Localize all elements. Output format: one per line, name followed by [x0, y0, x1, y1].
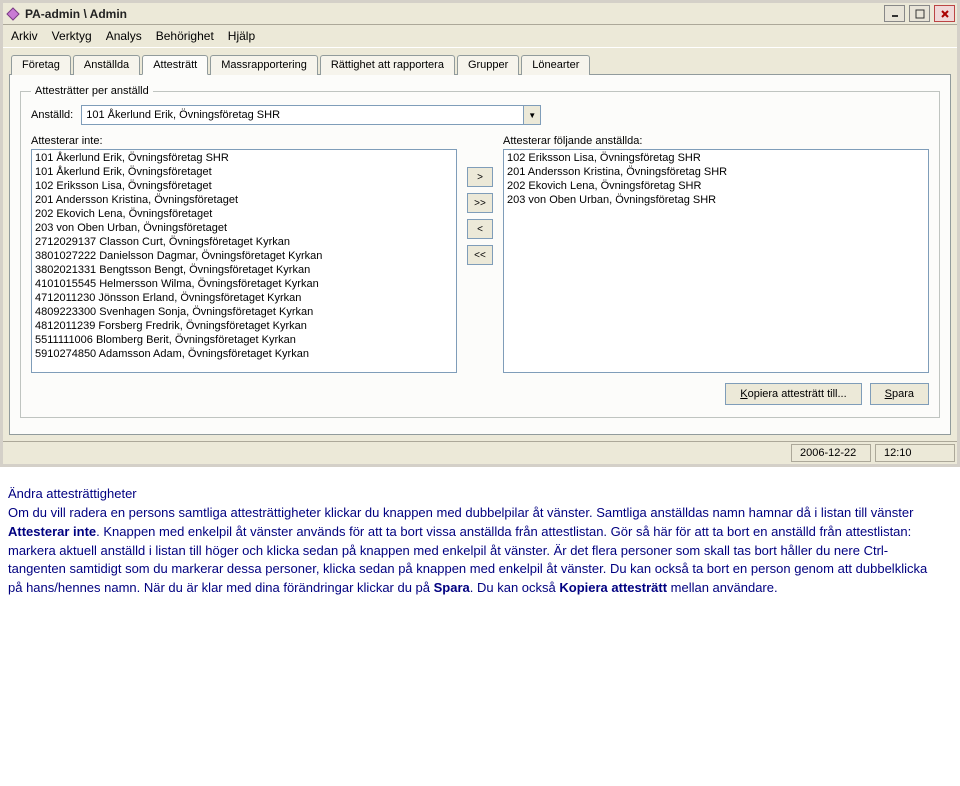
- tab-anstallda[interactable]: Anställda: [73, 55, 140, 75]
- help-span: mellan användare.: [667, 580, 778, 595]
- left-list-label: Attesterar inte:: [31, 135, 457, 147]
- move-left-button[interactable]: <: [467, 219, 493, 239]
- list-item[interactable]: 4101015545 Helmersson Wilma, Övningsföre…: [34, 277, 454, 291]
- tab-panel: Attesträtter per anställd Anställd: 101 …: [9, 75, 951, 435]
- list-item[interactable]: 5511111006 Blomberg Berit, Övningsföreta…: [34, 333, 454, 347]
- group-legend: Attesträtter per anställd: [31, 85, 153, 97]
- list-item[interactable]: 202 Ekovich Lena, Övningsföretaget: [34, 207, 454, 221]
- right-list-label: Attesterar följande anställda:: [503, 135, 929, 147]
- employee-selected: 101 Åkerlund Erik, Övningsföretag SHR: [82, 109, 523, 121]
- tab-grupper[interactable]: Grupper: [457, 55, 519, 75]
- menu-arkiv[interactable]: Arkiv: [11, 29, 38, 43]
- help-text: Ändra attesträttigheter Om du vill rader…: [0, 467, 940, 608]
- close-button[interactable]: [934, 5, 955, 22]
- help-bold: Attesterar inte: [8, 524, 96, 539]
- status-time: 12:10: [875, 444, 955, 462]
- menubar: Arkiv Verktyg Analys Behörighet Hjälp: [3, 25, 957, 48]
- list-item[interactable]: 3802021331 Bengtsson Bengt, Övningsföret…: [34, 263, 454, 277]
- copy-attest-button[interactable]: Kopiera attesträtt till...: [725, 383, 861, 405]
- tab-attestratt[interactable]: Attesträtt: [142, 55, 208, 75]
- list-item[interactable]: 203 von Oben Urban, Övningsföretag SHR: [506, 193, 926, 207]
- menu-analys[interactable]: Analys: [106, 29, 142, 43]
- window-title: PA-admin \ Admin: [25, 7, 884, 21]
- list-item[interactable]: 101 Åkerlund Erik, Övningsföretag SHR: [34, 151, 454, 165]
- help-paragraph: Om du vill radera en persons samtliga at…: [8, 504, 932, 598]
- list-item[interactable]: 102 Eriksson Lisa, Övningsföretag SHR: [506, 151, 926, 165]
- left-listbox[interactable]: 101 Åkerlund Erik, Övningsföretag SHR101…: [31, 149, 457, 373]
- move-right-button[interactable]: >: [467, 167, 493, 187]
- list-item[interactable]: 201 Andersson Kristina, Övningsföretaget: [34, 193, 454, 207]
- move-all-right-button[interactable]: >>: [467, 193, 493, 213]
- right-listbox[interactable]: 102 Eriksson Lisa, Övningsföretag SHR201…: [503, 149, 929, 373]
- minimize-button[interactable]: [884, 5, 905, 22]
- titlebar: PA-admin \ Admin: [3, 3, 957, 25]
- move-buttons: > >> < <<: [465, 135, 495, 265]
- attest-group: Attesträtter per anställd Anställd: 101 …: [20, 85, 940, 418]
- employee-dropdown[interactable]: 101 Åkerlund Erik, Övningsföretag SHR ▼: [81, 105, 541, 125]
- maximize-button[interactable]: [909, 5, 930, 22]
- list-item[interactable]: 102 Eriksson Lisa, Övningsföretaget: [34, 179, 454, 193]
- tab-massrapportering[interactable]: Massrapportering: [210, 55, 318, 75]
- move-all-left-button[interactable]: <<: [467, 245, 493, 265]
- help-bold: Kopiera attesträtt: [559, 580, 667, 595]
- help-span: Om du vill radera en persons samtliga at…: [8, 505, 913, 520]
- list-item[interactable]: 201 Andersson Kristina, Övningsföretag S…: [506, 165, 926, 179]
- list-item[interactable]: 5910274850 Adamsson Adam, Övningsföretag…: [34, 347, 454, 361]
- save-button[interactable]: Spara: [870, 383, 929, 405]
- help-heading: Ändra attesträttigheter: [8, 485, 932, 504]
- list-item[interactable]: 202 Ekovich Lena, Övningsföretag SHR: [506, 179, 926, 193]
- list-item[interactable]: 2712029137 Classon Curt, Övningsföretage…: [34, 235, 454, 249]
- menu-verktyg[interactable]: Verktyg: [52, 29, 92, 43]
- dual-list: Attesterar inte: 101 Åkerlund Erik, Övni…: [31, 135, 929, 373]
- employee-label: Anställd:: [31, 109, 73, 121]
- status-date: 2006-12-22: [791, 444, 871, 462]
- tab-strip: Företag Anställda Attesträtt Massrapport…: [9, 54, 951, 75]
- help-bold: Spara: [434, 580, 470, 595]
- list-item[interactable]: 4712011230 Jönsson Erland, Övningsföreta…: [34, 291, 454, 305]
- list-item[interactable]: 4809223300 Svenhagen Sonja, Övningsföret…: [34, 305, 454, 319]
- menu-behorighet[interactable]: Behörighet: [156, 29, 214, 43]
- list-item[interactable]: 203 von Oben Urban, Övningsföretaget: [34, 221, 454, 235]
- app-window: PA-admin \ Admin Arkiv Verktyg Analys Be…: [0, 0, 960, 467]
- client-area: Företag Anställda Attesträtt Massrapport…: [3, 48, 957, 441]
- menu-hjalp[interactable]: Hjälp: [228, 29, 255, 43]
- statusbar: 2006-12-22 12:10: [3, 441, 957, 464]
- list-item[interactable]: 3801027222 Danielsson Dagmar, Övningsför…: [34, 249, 454, 263]
- list-item[interactable]: 101 Åkerlund Erik, Övningsföretaget: [34, 165, 454, 179]
- tab-foretag[interactable]: Företag: [11, 55, 71, 75]
- list-item[interactable]: 4812011239 Forsberg Fredrik, Övningsföre…: [34, 319, 454, 333]
- tab-lonearter[interactable]: Lönearter: [521, 55, 590, 75]
- chevron-down-icon[interactable]: ▼: [523, 106, 540, 124]
- help-span: . Du kan också: [470, 580, 560, 595]
- tab-rattighet[interactable]: Rättighet att rapportera: [320, 55, 455, 75]
- app-icon: [5, 6, 21, 22]
